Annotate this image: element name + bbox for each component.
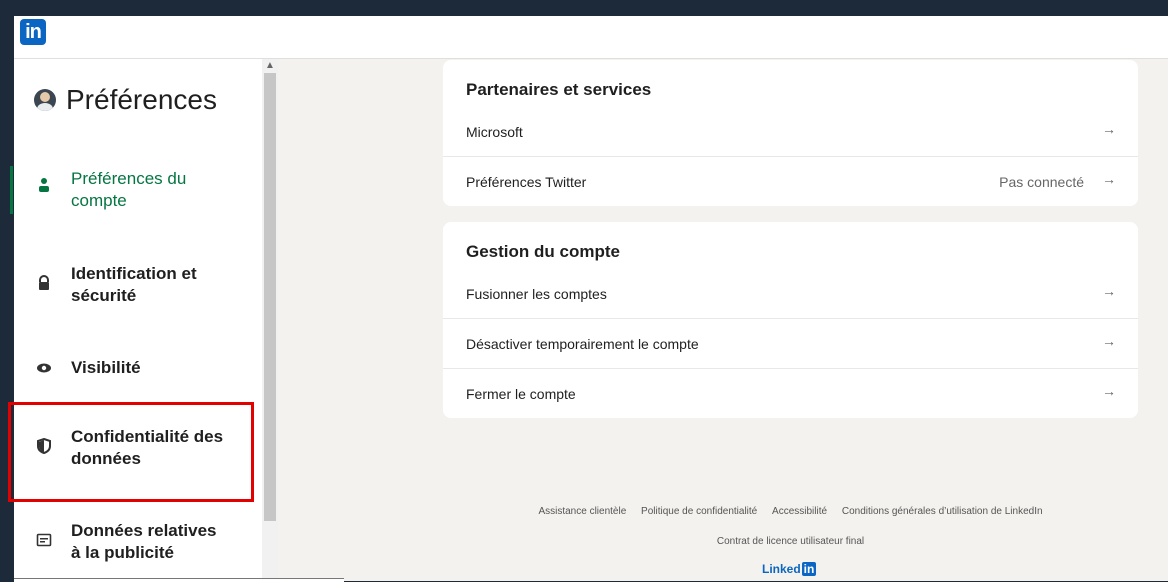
sidebar-scrollbar[interactable]: ▲	[262, 59, 278, 581]
highlight-box	[8, 402, 254, 502]
list-item[interactable]: Désactiver temporairement le compte →	[443, 318, 1138, 369]
active-item-indicator	[10, 166, 13, 214]
partners-services-card: Partenaires et services Microsoft → Préf…	[443, 60, 1138, 206]
scroll-up-icon[interactable]: ▲	[265, 61, 275, 71]
list-item[interactable]: Microsoft →	[443, 107, 1138, 157]
eye-icon	[37, 363, 51, 373]
sidebar-item-label: Données relatives à la publicité	[71, 521, 217, 562]
footer-links: Assistance clientèle Politique de confid…	[443, 506, 1138, 517]
footer-license: Contrat de licence utilisateur final	[443, 536, 1138, 547]
avatar	[34, 89, 56, 111]
section-title: Gestion du compte	[466, 242, 620, 261]
person-icon	[39, 178, 49, 192]
lock-icon	[39, 275, 49, 290]
sidebar-item-label: Identification et sécurité	[71, 264, 197, 305]
sidebar-item-label: Visibilité	[71, 358, 141, 377]
row-label: Fusionner les comptes	[466, 286, 607, 302]
linkedin-wordmark: Linked in	[762, 562, 817, 576]
preferences-header: Préférences	[34, 84, 217, 116]
section-title: Partenaires et services	[466, 80, 652, 99]
scrollbar-thumb[interactable]	[264, 73, 276, 521]
list-item[interactable]: Fusionner les comptes →	[443, 269, 1138, 319]
list-item[interactable]: Préférences Twitter Pas connecté →	[443, 156, 1138, 207]
arrow-right-icon: →	[1102, 171, 1116, 187]
arrow-right-icon: →	[1102, 121, 1116, 137]
account-management-card: Gestion du compte Fusionner les comptes …	[443, 222, 1138, 418]
footer-link-privacy[interactable]: Politique de confidentialité	[641, 506, 757, 517]
row-label: Préférences Twitter	[466, 174, 587, 190]
top-navigation-bar	[14, 16, 1168, 59]
arrow-right-icon: →	[1102, 333, 1116, 349]
tooltip-edge	[14, 578, 344, 582]
footer-link-eula[interactable]: Contrat de licence utilisateur final	[717, 536, 864, 547]
footer-link-help[interactable]: Assistance clientèle	[538, 506, 626, 517]
page-title: Préférences	[66, 84, 217, 115]
footer-link-accessibility[interactable]: Accessibilité	[772, 506, 827, 517]
sidebar-item-label: Préférences du compte	[71, 169, 187, 210]
row-label: Microsoft	[466, 124, 523, 140]
settings-sidebar	[14, 59, 262, 581]
list-item[interactable]: Fermer le compte →	[443, 368, 1138, 419]
arrow-right-icon: →	[1102, 283, 1116, 299]
linkedin-logo-icon[interactable]: in	[20, 19, 46, 45]
arrow-right-icon: →	[1102, 383, 1116, 399]
row-label: Désactiver temporairement le compte	[466, 336, 699, 352]
row-label: Fermer le compte	[466, 386, 576, 402]
ad-icon	[36, 533, 52, 547]
footer-link-terms[interactable]: Conditions générales d’utilisation de Li…	[842, 506, 1043, 517]
status-text: Pas connecté	[999, 174, 1084, 190]
